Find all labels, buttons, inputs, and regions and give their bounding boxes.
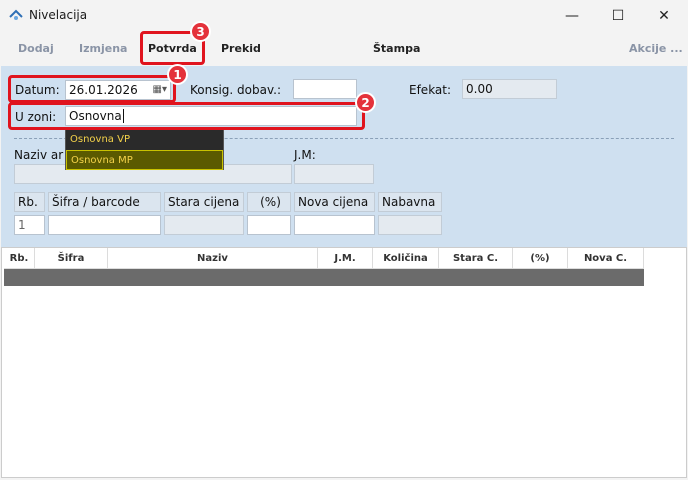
stara-cijena-field <box>164 215 244 235</box>
col-kolicina[interactable]: Količina <box>373 248 439 269</box>
minimize-button[interactable]: — <box>549 0 595 31</box>
close-icon: ✕ <box>658 7 670 24</box>
col-jm[interactable]: J.M. <box>318 248 373 269</box>
konsig-field[interactable] <box>293 79 357 99</box>
sifra-field[interactable] <box>48 215 161 235</box>
rb-field: 1 <box>14 215 45 235</box>
toolbar: Dodaj Izmjena Potvrda Prekid Štampa Akci… <box>0 31 688 66</box>
step-badge-3: 3 <box>190 21 211 42</box>
jm-field <box>294 164 374 184</box>
izmjena-button[interactable]: Izmjena <box>79 42 127 55</box>
grid-header: Rb. Šifra Naziv J.M. Količina Stara C. (… <box>4 248 644 269</box>
col-sifra[interactable]: Šifra <box>35 248 108 269</box>
sifra-header: Šifra / barcode <box>48 192 161 212</box>
akcije-menu[interactable]: Akcije ... <box>629 42 683 55</box>
col-pct[interactable]: (%) <box>513 248 568 269</box>
zona-dropdown-list: Osnovna VP Osnovna MP <box>65 129 224 170</box>
konsig-label: Konsig. dobav.: <box>190 83 282 97</box>
app-logo-icon <box>9 9 23 20</box>
stara-cijena-header: Stara cijena <box>164 192 244 212</box>
highlight-box-datum <box>8 75 176 103</box>
nabavna-field <box>378 215 442 235</box>
jm-label: J.M: <box>294 148 316 162</box>
col-nova-c[interactable]: Nova C. <box>568 248 644 269</box>
highlight-box-zona <box>8 102 365 130</box>
pct-field[interactable] <box>247 215 291 235</box>
maximize-button[interactable]: ☐ <box>595 0 641 31</box>
maximize-icon: ☐ <box>611 7 625 24</box>
title-bar: Nivelacija — ☐ ✕ <box>0 0 688 31</box>
nova-cijena-header: Nova cijena <box>294 192 375 212</box>
naziv-label: Naziv ar <box>14 148 64 162</box>
step-badge-2: 2 <box>355 92 376 113</box>
dropdown-option-vp[interactable]: Osnovna VP <box>66 130 223 150</box>
close-button[interactable]: ✕ <box>641 0 687 31</box>
efekat-field: 0.00 <box>462 79 557 99</box>
col-rb[interactable]: Rb. <box>4 248 35 269</box>
stampa-button[interactable]: Štampa <box>373 42 420 55</box>
prekid-button[interactable]: Prekid <box>221 42 261 55</box>
dropdown-option-mp[interactable]: Osnovna MP <box>66 150 223 170</box>
minimize-icon: — <box>565 7 579 24</box>
rb-header: Rb. <box>14 192 45 212</box>
grid-selected-row[interactable] <box>4 269 644 286</box>
nova-cijena-field[interactable] <box>294 215 375 235</box>
nabavna-header: Nabavna <box>378 192 442 212</box>
window-title: Nivelacija <box>29 8 88 22</box>
col-stara-c[interactable]: Stara C. <box>439 248 513 269</box>
col-naziv[interactable]: Naziv <box>108 248 318 269</box>
efekat-label: Efekat: <box>409 83 452 97</box>
dodaj-button[interactable]: Dodaj <box>18 42 54 55</box>
step-badge-1: 1 <box>167 64 188 85</box>
pct-header: (%) <box>247 192 291 212</box>
